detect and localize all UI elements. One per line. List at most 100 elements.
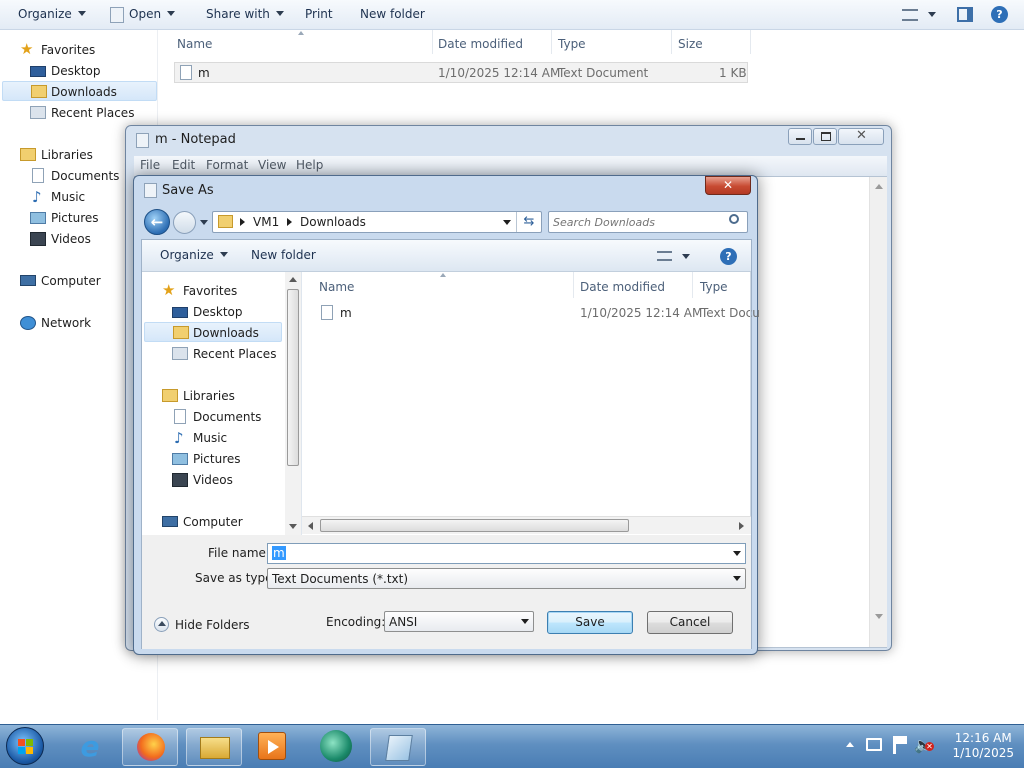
action-center-icon[interactable] (893, 736, 907, 754)
nav-videos-label: Videos (193, 473, 233, 487)
downloads-folder-icon (31, 85, 47, 98)
column-name[interactable]: Name (319, 280, 354, 294)
scroll-left-icon[interactable] (308, 522, 313, 530)
table-row[interactable]: m 1/10/2025 12:14 AM Text Docu (316, 302, 760, 324)
save-as-type-value: Text Documents (*.txt) (272, 572, 409, 586)
dialog-client-area: Organize New folder ? ★ Favorites Deskto… (141, 239, 760, 649)
internet-explorer-icon[interactable]: e (74, 731, 106, 763)
menu-file[interactable]: File (140, 158, 160, 172)
show-hidden-icons-icon[interactable] (846, 742, 854, 747)
scroll-thumb[interactable] (320, 519, 629, 532)
scroll-up-icon[interactable] (875, 184, 883, 189)
share-with-button[interactable]: Share with (206, 7, 284, 21)
file-type: Text Document (558, 66, 649, 80)
chevron-right-icon[interactable] (287, 218, 292, 226)
nav-downloads[interactable]: Downloads (144, 322, 282, 342)
column-size[interactable]: Size (678, 37, 703, 51)
chevron-down-icon (77, 11, 86, 16)
column-divider[interactable] (750, 30, 751, 54)
column-name[interactable]: Name (177, 37, 212, 51)
chevron-down-icon (275, 11, 284, 16)
print-button[interactable]: Print (305, 7, 333, 21)
nav-scrollbar[interactable] (285, 272, 301, 535)
column-type[interactable]: Type (558, 37, 586, 51)
list-border (750, 272, 751, 516)
encoding-select[interactable]: ANSI (384, 611, 534, 632)
save-as-type-select[interactable]: Text Documents (*.txt) (267, 568, 746, 589)
volume-muted-icon[interactable]: 🔈 ✕ (914, 736, 934, 754)
preview-pane-icon[interactable] (957, 7, 973, 22)
scroll-up-icon[interactable] (289, 277, 297, 282)
file-name-field[interactable]: m (267, 543, 746, 564)
app-icon[interactable] (320, 730, 352, 762)
breadcrumb-downloads[interactable]: Downloads (300, 215, 366, 229)
column-date-modified[interactable]: Date modified (438, 37, 523, 51)
search-input[interactable] (553, 214, 723, 230)
notepad-task-button[interactable] (370, 728, 426, 766)
scroll-thumb[interactable] (287, 289, 299, 466)
view-options-icon[interactable] (657, 251, 672, 261)
column-date-modified[interactable]: Date modified (580, 280, 665, 294)
hide-folders-button[interactable]: Hide Folders (154, 615, 254, 635)
back-arrow-icon[interactable]: ← (144, 209, 170, 235)
horizontal-scrollbar[interactable] (302, 516, 751, 534)
new-folder-button[interactable]: New folder (360, 7, 425, 21)
file-name-value: m (272, 546, 286, 560)
chevron-right-icon[interactable] (240, 218, 245, 226)
recent-places-icon (30, 106, 46, 119)
column-divider[interactable] (671, 30, 672, 54)
menu-format[interactable]: Format (206, 158, 248, 172)
firefox-task-button[interactable] (122, 728, 178, 766)
help-icon[interactable]: ? (991, 6, 1008, 23)
column-divider[interactable] (551, 30, 552, 54)
column-type[interactable]: Type (700, 280, 728, 294)
organize-button[interactable]: Organize (160, 248, 228, 262)
close-button[interactable]: ✕ (838, 128, 884, 145)
refresh-icon[interactable]: ⇆ (516, 212, 541, 232)
save-button[interactable]: Save (547, 611, 633, 634)
recent-locations-icon[interactable] (200, 220, 208, 225)
nav-desktop-label: Desktop (51, 64, 101, 78)
menu-view[interactable]: View (258, 158, 286, 172)
network-icon (20, 316, 36, 330)
open-button[interactable]: Open (110, 7, 176, 23)
nav-computer-label: Computer (41, 274, 101, 288)
chevron-down-icon[interactable] (503, 220, 511, 225)
media-player-icon[interactable] (258, 732, 286, 760)
chevron-down-icon[interactable] (928, 12, 936, 17)
dialog-close-button[interactable]: ✕ (705, 176, 751, 195)
search-icon[interactable] (729, 214, 739, 224)
menu-help[interactable]: Help (296, 158, 323, 172)
cancel-button[interactable]: Cancel (647, 611, 733, 634)
search-box[interactable] (548, 211, 748, 233)
forward-arrow-icon[interactable] (173, 211, 196, 234)
organize-button[interactable]: Organize (18, 7, 86, 21)
dialog-title: Save As (162, 183, 214, 198)
scroll-down-icon[interactable] (875, 614, 883, 619)
system-clock[interactable]: 12:16 AM 1/10/2025 (952, 731, 1014, 761)
address-bar[interactable]: VM1 Downloads ⇆ (212, 211, 542, 233)
scroll-right-icon[interactable] (739, 522, 744, 530)
column-divider[interactable] (692, 272, 693, 298)
explorer-task-button[interactable] (186, 728, 242, 766)
computer-icon (162, 516, 178, 527)
column-divider[interactable] (432, 30, 433, 54)
minimize-button[interactable] (788, 128, 812, 145)
chevron-down-icon[interactable] (733, 551, 741, 556)
chevron-down-icon[interactable] (682, 254, 690, 259)
help-icon[interactable]: ? (720, 248, 737, 265)
menu-edit[interactable]: Edit (172, 158, 195, 172)
new-folder-button[interactable]: New folder (251, 248, 316, 262)
table-row[interactable]: m 1/10/2025 12:14 AM Text Document 1 KB (174, 62, 748, 83)
scroll-down-icon[interactable] (289, 524, 297, 529)
breadcrumb-vm1[interactable]: VM1 (253, 215, 279, 229)
file-name-label: File name: (208, 546, 270, 560)
vertical-scrollbar[interactable] (869, 177, 887, 647)
nav-downloads[interactable]: Downloads (2, 81, 157, 101)
view-options-icon[interactable] (902, 9, 918, 21)
network-tray-icon[interactable] (866, 738, 882, 751)
maximize-button[interactable] (813, 128, 837, 145)
start-button-icon[interactable] (6, 727, 44, 765)
save-as-dialog: Save As ✕ ← VM1 Downloads ⇆ Organize New… (133, 175, 760, 655)
column-divider[interactable] (573, 272, 574, 298)
